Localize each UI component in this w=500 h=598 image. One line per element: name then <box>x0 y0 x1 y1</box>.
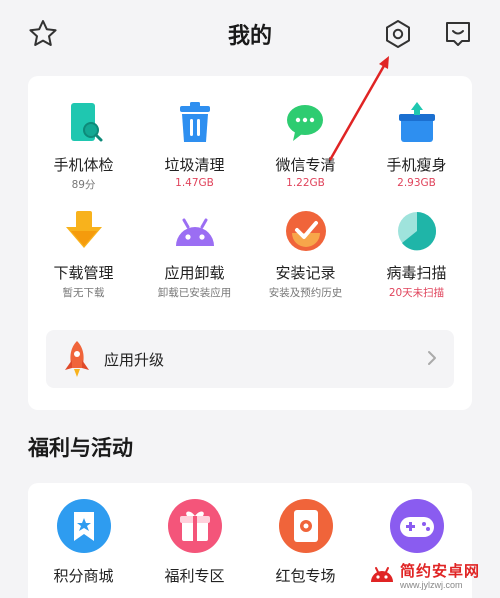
page-title: 我的 <box>227 24 272 49</box>
welfare-points-mall[interactable]: 积分商城 <box>28 497 139 586</box>
tool-junk-clean[interactable]: 垃圾清理 1.47GB <box>139 100 250 189</box>
section-title-welfare: 福利与活动 <box>28 436 133 460</box>
phone-scan-icon <box>61 100 107 146</box>
welfare-red-packet[interactable]: 红包专场 <box>250 497 361 586</box>
rocket-icon <box>60 340 94 378</box>
chevron-right-icon <box>426 349 438 367</box>
tool-phone-slim[interactable]: 手机瘦身 2.93GB <box>361 100 472 189</box>
tool-app-uninstall[interactable]: 应用卸载 卸载已安装应用 <box>139 208 250 300</box>
android-logo-icon <box>368 560 396 588</box>
app-upgrade-row[interactable]: 应用升级 <box>46 330 454 388</box>
welfare-benefit-zone[interactable]: 福利专区 <box>139 497 250 586</box>
trash-can-icon <box>172 100 218 146</box>
tool-phone-check[interactable]: 手机体检 89分 <box>28 100 139 192</box>
points-bookmark-icon <box>55 497 113 555</box>
slim-box-icon <box>394 100 440 146</box>
install-check-icon <box>283 208 329 254</box>
tool-download-manager[interactable]: 下载管理 暂无下载 <box>28 208 139 300</box>
app-upgrade-label: 应用升级 <box>104 351 165 369</box>
gamepad-icon <box>388 497 446 555</box>
tool-virus-scan[interactable]: 病毒扫描 20天未扫描 <box>361 208 472 300</box>
watermark-name: 简约安卓网 <box>400 562 481 580</box>
gift-icon <box>166 497 224 555</box>
tool-install-record[interactable]: 安装记录 安装及预约历史 <box>250 208 361 300</box>
message-icon[interactable] <box>442 18 474 50</box>
virus-scan-icon <box>394 208 440 254</box>
download-arrow-icon <box>61 208 107 254</box>
watermark: 简约安卓网 www.jylzwj.com <box>368 558 494 594</box>
wechat-icon <box>283 100 329 146</box>
red-packet-icon <box>277 497 335 555</box>
header: 我的 <box>0 0 500 70</box>
settings-icon[interactable] <box>382 18 414 50</box>
tools-card: 手机体检 89分 垃圾清理 1.47GB 微信专清 1.22GB 手机瘦身 2.… <box>28 76 472 410</box>
android-icon <box>172 208 218 254</box>
welfare-game-center[interactable] <box>361 497 472 555</box>
watermark-url: www.jylzwj.com <box>400 580 463 590</box>
tool-wechat-clean[interactable]: 微信专清 1.22GB <box>250 100 361 189</box>
